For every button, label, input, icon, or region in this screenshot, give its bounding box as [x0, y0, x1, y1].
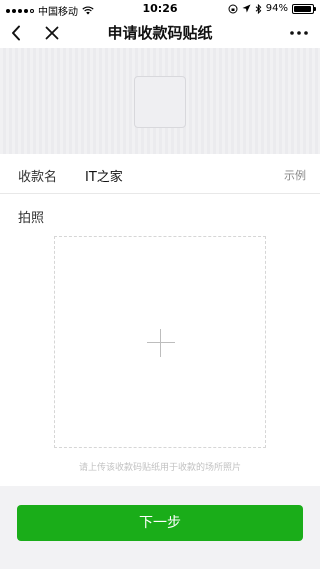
- bottom-action-area: 下一步: [0, 486, 320, 569]
- photo-label: 拍照: [18, 211, 45, 226]
- navigation-bar: 申请收款码贴纸: [0, 18, 320, 48]
- plus-icon-vertical: [160, 329, 161, 357]
- more-button[interactable]: [284, 18, 314, 48]
- location-arrow-icon: [242, 4, 251, 13]
- battery-fill: [294, 5, 311, 12]
- status-right: 94%: [228, 3, 316, 14]
- example-link[interactable]: 示例: [284, 167, 306, 183]
- upload-hint: 请上传该收款码贴纸用于收款的场所照片: [78, 463, 241, 473]
- status-bar: 中国移动 10:26 94%: [0, 0, 320, 18]
- battery-icon: [292, 3, 316, 14]
- next-step-button[interactable]: 下一步: [17, 505, 303, 541]
- close-button[interactable]: [40, 18, 64, 48]
- battery-percent: 94%: [265, 3, 288, 14]
- plus-icon: [147, 342, 175, 343]
- payee-name-row: 收款名 IT之家 示例: [0, 154, 320, 194]
- payee-name-value[interactable]: IT之家: [85, 166, 123, 185]
- more-dots-icon: [290, 31, 308, 35]
- photo-upload-box[interactable]: [54, 236, 266, 448]
- sticker-placeholder: [134, 76, 186, 128]
- rotation-lock-icon: [228, 4, 238, 13]
- payee-name-label: 收款名: [18, 170, 58, 185]
- bluetooth-icon: [255, 3, 262, 14]
- back-button[interactable]: [4, 18, 28, 48]
- sticker-preview-area: [0, 48, 320, 154]
- close-icon: [45, 26, 59, 40]
- chevron-left-icon: [12, 25, 20, 41]
